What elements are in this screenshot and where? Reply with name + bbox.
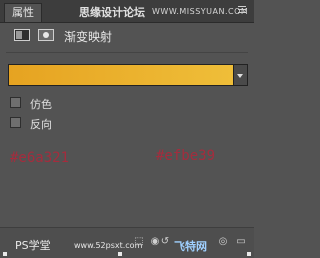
tab-properties[interactable]: 属性	[4, 3, 42, 22]
gradient-picker[interactable]	[8, 64, 234, 86]
adjustment-title: 渐变映射	[64, 30, 113, 44]
annotation-left-hex: #e6a321	[10, 150, 70, 166]
panel-menu-icon[interactable]	[238, 6, 246, 15]
visibility-icon[interactable]: ◎	[218, 237, 228, 247]
gradient-dropdown-button[interactable]	[234, 64, 248, 86]
annotation-right-hex: #efbe39	[156, 148, 216, 164]
reverse-checkbox[interactable]	[10, 117, 21, 128]
divider	[6, 52, 248, 53]
adjustment-layer-icon[interactable]	[14, 29, 30, 41]
mask-icon[interactable]	[38, 29, 54, 41]
dither-label: 仿色	[30, 98, 52, 111]
watermark-top-url: WWW.MISSYUAN.COM	[152, 7, 249, 16]
panel-header: 属性 思缘设计论坛 WWW.MISSYUAN.COM	[0, 0, 254, 23]
panel-footer: PS学堂 www.52psxt.com ⬚ ◉ ↺ 飞特网 ◎ ▭	[0, 227, 254, 258]
reset-icon[interactable]: ↺	[160, 237, 170, 247]
reverse-label: 反向	[30, 118, 52, 131]
view-previous-icon[interactable]: ◉	[150, 237, 160, 247]
corner-handle-right	[247, 252, 251, 256]
corner-handle-left	[3, 252, 7, 256]
watermark-top: 思缘设计论坛	[79, 6, 145, 19]
clip-icon[interactable]: ⬚	[134, 237, 144, 247]
dither-checkbox[interactable]	[10, 97, 21, 108]
watermark-bottom-left: PS学堂	[15, 239, 51, 252]
delete-icon[interactable]: ▭	[236, 237, 246, 247]
adjustment-row: 渐变映射	[0, 22, 254, 48]
corner-handle-mid	[118, 252, 122, 256]
watermark-bottom-right: 飞特网	[174, 240, 207, 253]
watermark-bottom-url: www.52psxt.com	[74, 241, 143, 250]
